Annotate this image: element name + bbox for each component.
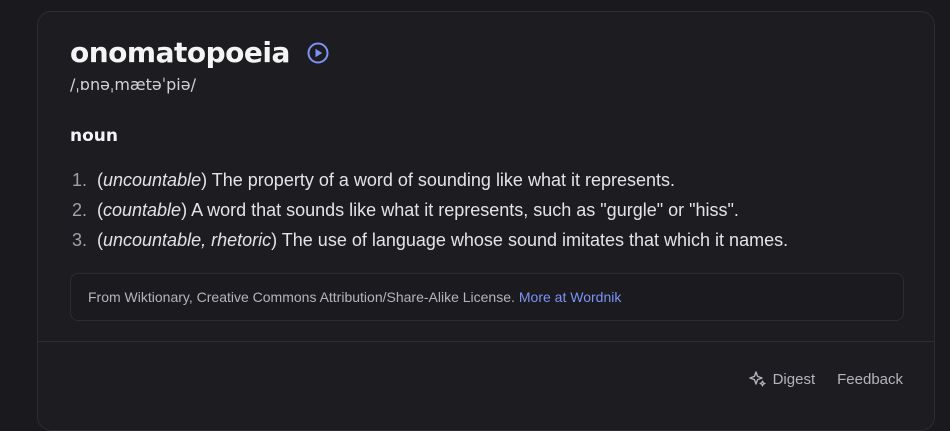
definition-qualifier: uncountable (103, 170, 202, 190)
digest-button[interactable]: Digest (748, 370, 816, 388)
source-text: From Wiktionary, Creative Commons Attrib… (88, 289, 515, 305)
sparkle-icon (748, 371, 766, 387)
phonetic-transcription: /ˌɒnəˌmætəˈpiə/ (70, 75, 196, 94)
play-pronunciation-button[interactable] (306, 41, 330, 65)
footer-divider (38, 341, 934, 342)
definition-qualifier: uncountable, rhetoric (103, 230, 272, 250)
part-of-speech: noun (70, 126, 118, 146)
definition-body: (uncountable) The property of a word of … (97, 165, 675, 195)
definition-number: 3. (72, 230, 88, 250)
definition-item: 2. (countable) A word that sounds like w… (70, 195, 788, 225)
definition-text: The use of language whose sound imitates… (277, 230, 789, 250)
definition-number: 1. (72, 170, 88, 190)
play-circle-icon (307, 42, 329, 63)
digest-label: Digest (772, 370, 816, 388)
definition-text: The property of a word of sounding like … (207, 170, 676, 190)
definition-qualifier: countable (103, 200, 182, 220)
definition-body: (countable) A word that sounds like what… (97, 195, 739, 225)
more-at-wordnik-link[interactable]: More at Wordnik (519, 289, 621, 305)
entry-header: onomatopoeia (70, 36, 330, 69)
definition-item: 1. (uncountable) The property of a word … (70, 165, 788, 195)
definition-number: 2. (72, 200, 88, 220)
feedback-button[interactable]: Feedback (837, 371, 903, 388)
definition-item: 3. (uncountable, rhetoric) The use of la… (70, 225, 788, 255)
dictionary-card: onomatopoeia /ˌɒnəˌmætəˈpiə/ noun 1. (un… (37, 11, 935, 431)
entry-word: onomatopoeia (70, 36, 290, 69)
definition-body: (uncountable, rhetoric) The use of langu… (97, 225, 788, 255)
definition-list: 1. (uncountable) The property of a word … (70, 165, 788, 255)
card-footer: Digest Feedback (748, 370, 903, 388)
feedback-label: Feedback (837, 370, 903, 388)
definition-text: A word that sounds like what it represen… (187, 200, 739, 220)
source-attribution: From Wiktionary, Creative Commons Attrib… (70, 273, 904, 321)
